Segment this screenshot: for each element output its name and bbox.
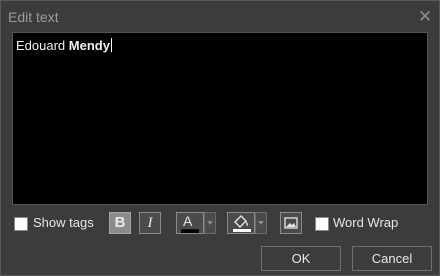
chevron-down-icon <box>207 221 213 225</box>
text-caret <box>110 38 112 52</box>
edit-text-dialog: Edit text ✕ Edouard Mendy Show tags B I … <box>0 0 440 276</box>
show-tags-checkbox[interactable] <box>14 217 28 231</box>
font-color-icon: A <box>183 213 193 229</box>
paint-bucket-icon <box>233 215 251 232</box>
editor-content: Edouard Mendy <box>16 38 112 53</box>
bold-button[interactable]: B <box>109 212 131 234</box>
image-icon <box>284 217 298 229</box>
font-color-swatch <box>181 229 199 233</box>
cancel-button[interactable]: Cancel <box>352 246 432 271</box>
close-icon[interactable]: ✕ <box>417 8 433 25</box>
word-wrap-label: Word Wrap <box>333 215 399 230</box>
font-color-button[interactable]: A <box>176 212 204 234</box>
editor-text-bold: Mendy <box>68 38 110 53</box>
ok-button[interactable]: OK <box>261 246 341 271</box>
chevron-down-icon <box>258 221 264 225</box>
show-tags-label: Show tags <box>33 215 94 230</box>
font-color-dropdown[interactable] <box>204 212 216 234</box>
italic-button[interactable]: I <box>139 212 161 234</box>
word-wrap-checkbox[interactable] <box>315 217 329 231</box>
text-editor[interactable]: Edouard Mendy <box>12 32 428 205</box>
fill-color-dropdown[interactable] <box>255 212 267 234</box>
editor-text-regular: Edouard <box>16 38 69 53</box>
title-bar: Edit text ✕ <box>1 1 439 33</box>
dialog-title: Edit text <box>8 9 59 25</box>
fill-color-button[interactable] <box>227 212 255 234</box>
insert-image-button[interactable] <box>280 212 302 234</box>
